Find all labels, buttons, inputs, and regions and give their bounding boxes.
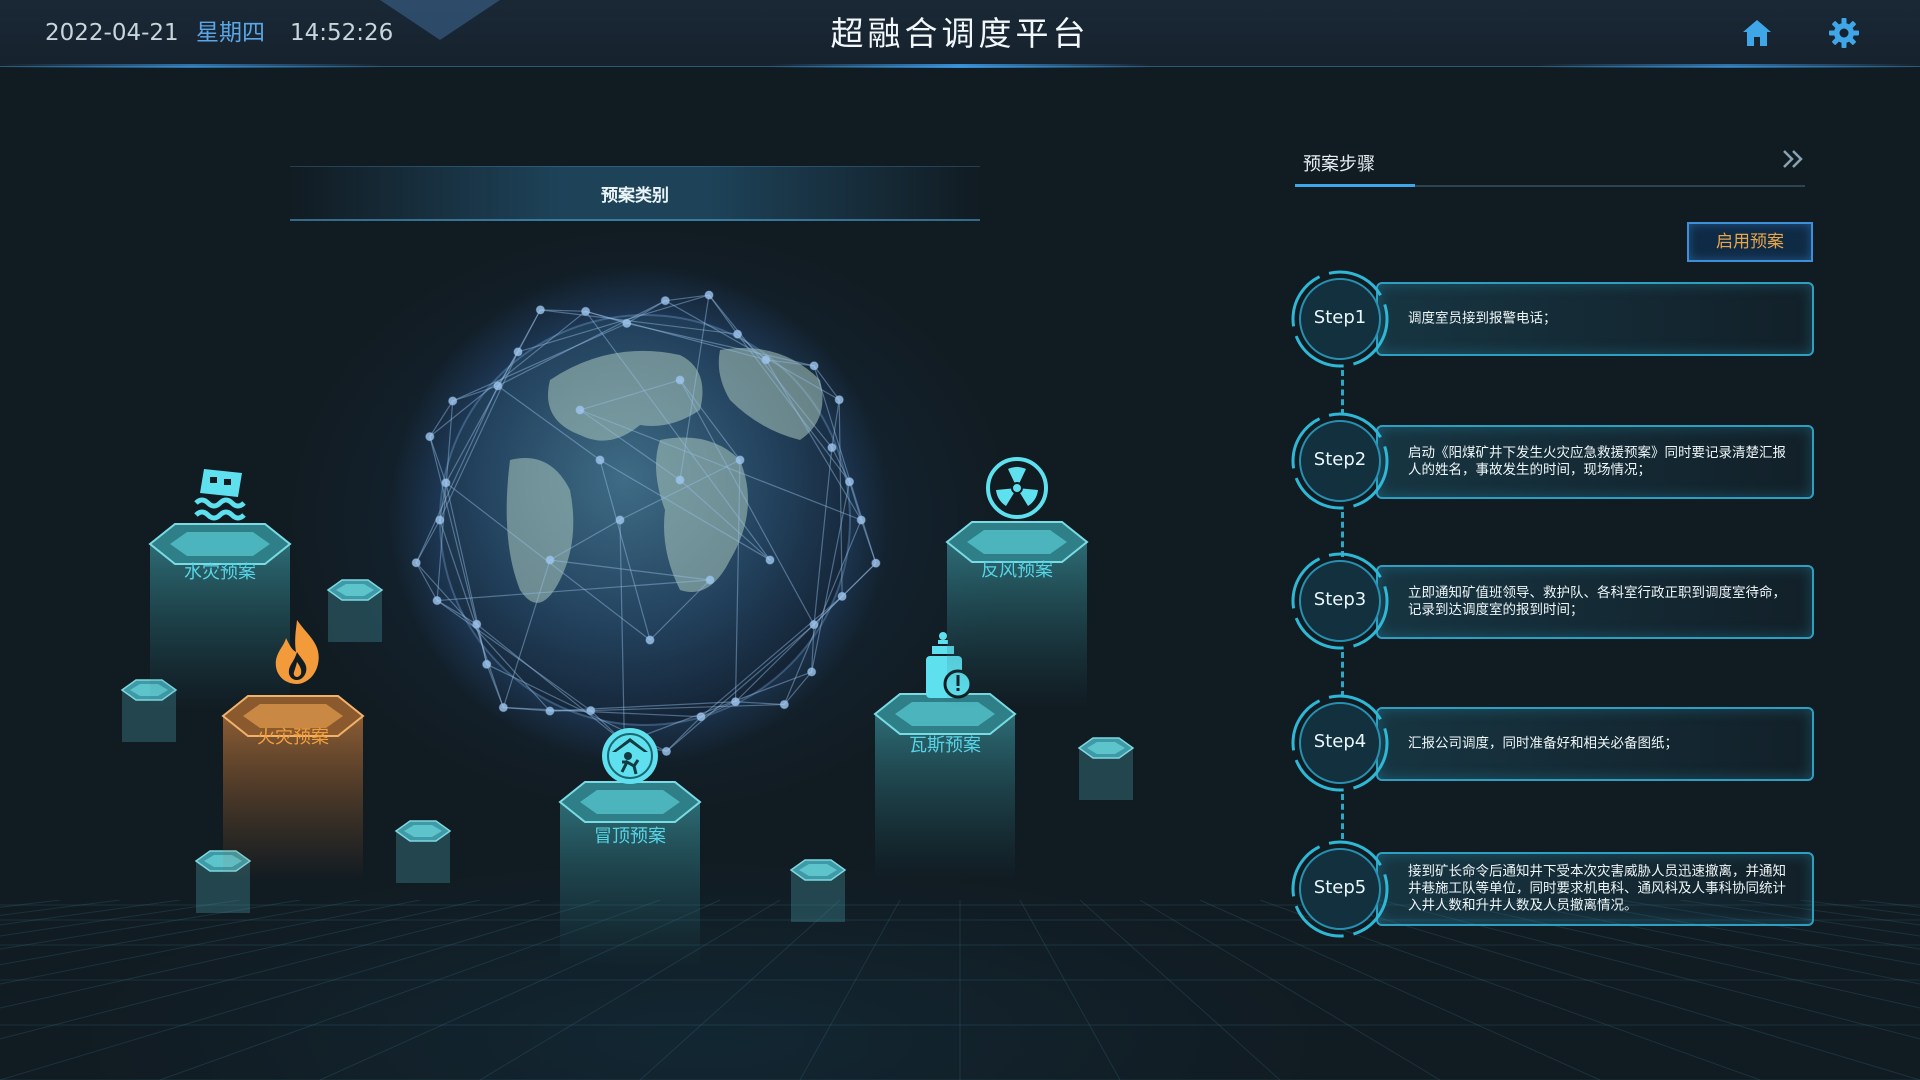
pillar-shape (873, 693, 1017, 880)
fire-icon (275, 620, 319, 684)
enable-plan-button[interactable]: 启用预案 (1687, 222, 1813, 262)
floor-grid (0, 900, 1920, 1080)
plan-item-reverse-wind[interactable]: 反风预案 (942, 508, 1092, 708)
globe-network-illustration (390, 265, 890, 765)
plan-item-label: 水灾预案 (184, 562, 256, 583)
current-date: 2022-04-21 (45, 20, 179, 46)
plan-item-label: 反风预案 (981, 560, 1053, 581)
step-label: Step5 (1313, 877, 1367, 898)
flood-icon (194, 469, 246, 521)
collapse-chevron-icon[interactable] (1780, 148, 1808, 170)
step-badge-3: Step3 (1290, 551, 1390, 651)
plan-item-label: 瓦斯预案 (909, 735, 981, 756)
decorative-pedestal (395, 820, 451, 883)
home-icon[interactable] (1740, 16, 1774, 50)
step-description: 启动《阳煤矿井下发生火灾应急救援预案》同时要记录清楚汇报人的姓名，事故发生的时间… (1408, 445, 1786, 478)
step-badge-4: Step4 (1290, 693, 1390, 793)
step-label: Step1 (1313, 307, 1367, 328)
step-card-2: 启动《阳煤矿井下发生火灾应急救援预案》同时要记录清楚汇报人的姓名，事故发生的时间… (1376, 425, 1814, 499)
current-weekday: 星期四 (196, 20, 265, 46)
step-card-5: 接到矿长命令后通知井下受本次灾害威胁人员迅速撤离，并通知井巷施工队等单位，同时要… (1376, 852, 1814, 926)
plan-item-fire[interactable]: 火灾预案 (218, 682, 368, 882)
step-card-3: 立即通知矿值班领导、救护队、各科室行政正职到调度室待命，记录到达调度室的报到时间… (1376, 565, 1814, 639)
plan-item-gas[interactable]: 瓦斯预案 (870, 680, 1020, 880)
step-connector (1341, 652, 1344, 697)
step-description: 立即通知矿值班领导、救护队、各科室行政正职到调度室待命，记录到达调度室的报到时间… (1408, 585, 1786, 618)
decorative-pedestal (1078, 737, 1134, 800)
pillar-shape (221, 695, 365, 882)
page-title: 超融合调度平台 (830, 14, 1090, 53)
step-label: Step3 (1313, 589, 1367, 610)
step-label: Step4 (1313, 731, 1367, 752)
plan-category-header: 预案类别 (290, 166, 980, 221)
plan-item-label: 火灾预案 (257, 727, 329, 748)
step-badge-2: Step2 (1290, 411, 1390, 511)
step-description: 汇报公司调度，同时准备好和相关必备图纸； (1408, 735, 1678, 752)
step-label: Step2 (1313, 449, 1367, 470)
roof-collapse-icon (602, 728, 658, 784)
header-notch-decoration (380, 0, 500, 40)
step-description: 接到矿长命令后通知井下受本次灾害威胁人员迅速撤离，并通知井巷施工队等单位，同时要… (1408, 863, 1786, 914)
step-badge-1: Step1 (1290, 269, 1390, 369)
header-glow-line (0, 64, 1920, 68)
pillar-shape (945, 521, 1089, 708)
step-badge-5: Step5 (1290, 839, 1390, 939)
fan-icon (986, 457, 1048, 519)
plan-item-label: 冒顶预案 (594, 826, 666, 847)
decorative-pedestal (327, 579, 383, 642)
step-connector (1341, 794, 1344, 839)
steps-panel-title: 预案步骤 (1303, 154, 1375, 175)
step-description: 调度室员接到报警电话； (1408, 310, 1557, 327)
decorative-pedestal (790, 859, 846, 922)
current-time: 14:52:26 (290, 20, 394, 46)
plan-category-title: 预案类别 (601, 186, 669, 206)
steps-title-active-indicator (1295, 184, 1415, 187)
top-bar: 2022-04-21 星期四 14:52:26 超融合调度平台 (0, 0, 1920, 68)
step-connector (1341, 370, 1344, 415)
settings-icon[interactable] (1827, 16, 1861, 50)
plan-item-roof-collapse[interactable]: 冒顶预案 (555, 768, 705, 968)
step-card-1: 调度室员接到报警电话； (1376, 282, 1814, 356)
pillar-shape (558, 781, 702, 968)
step-card-4: 汇报公司调度，同时准备好和相关必备图纸； (1376, 707, 1814, 781)
